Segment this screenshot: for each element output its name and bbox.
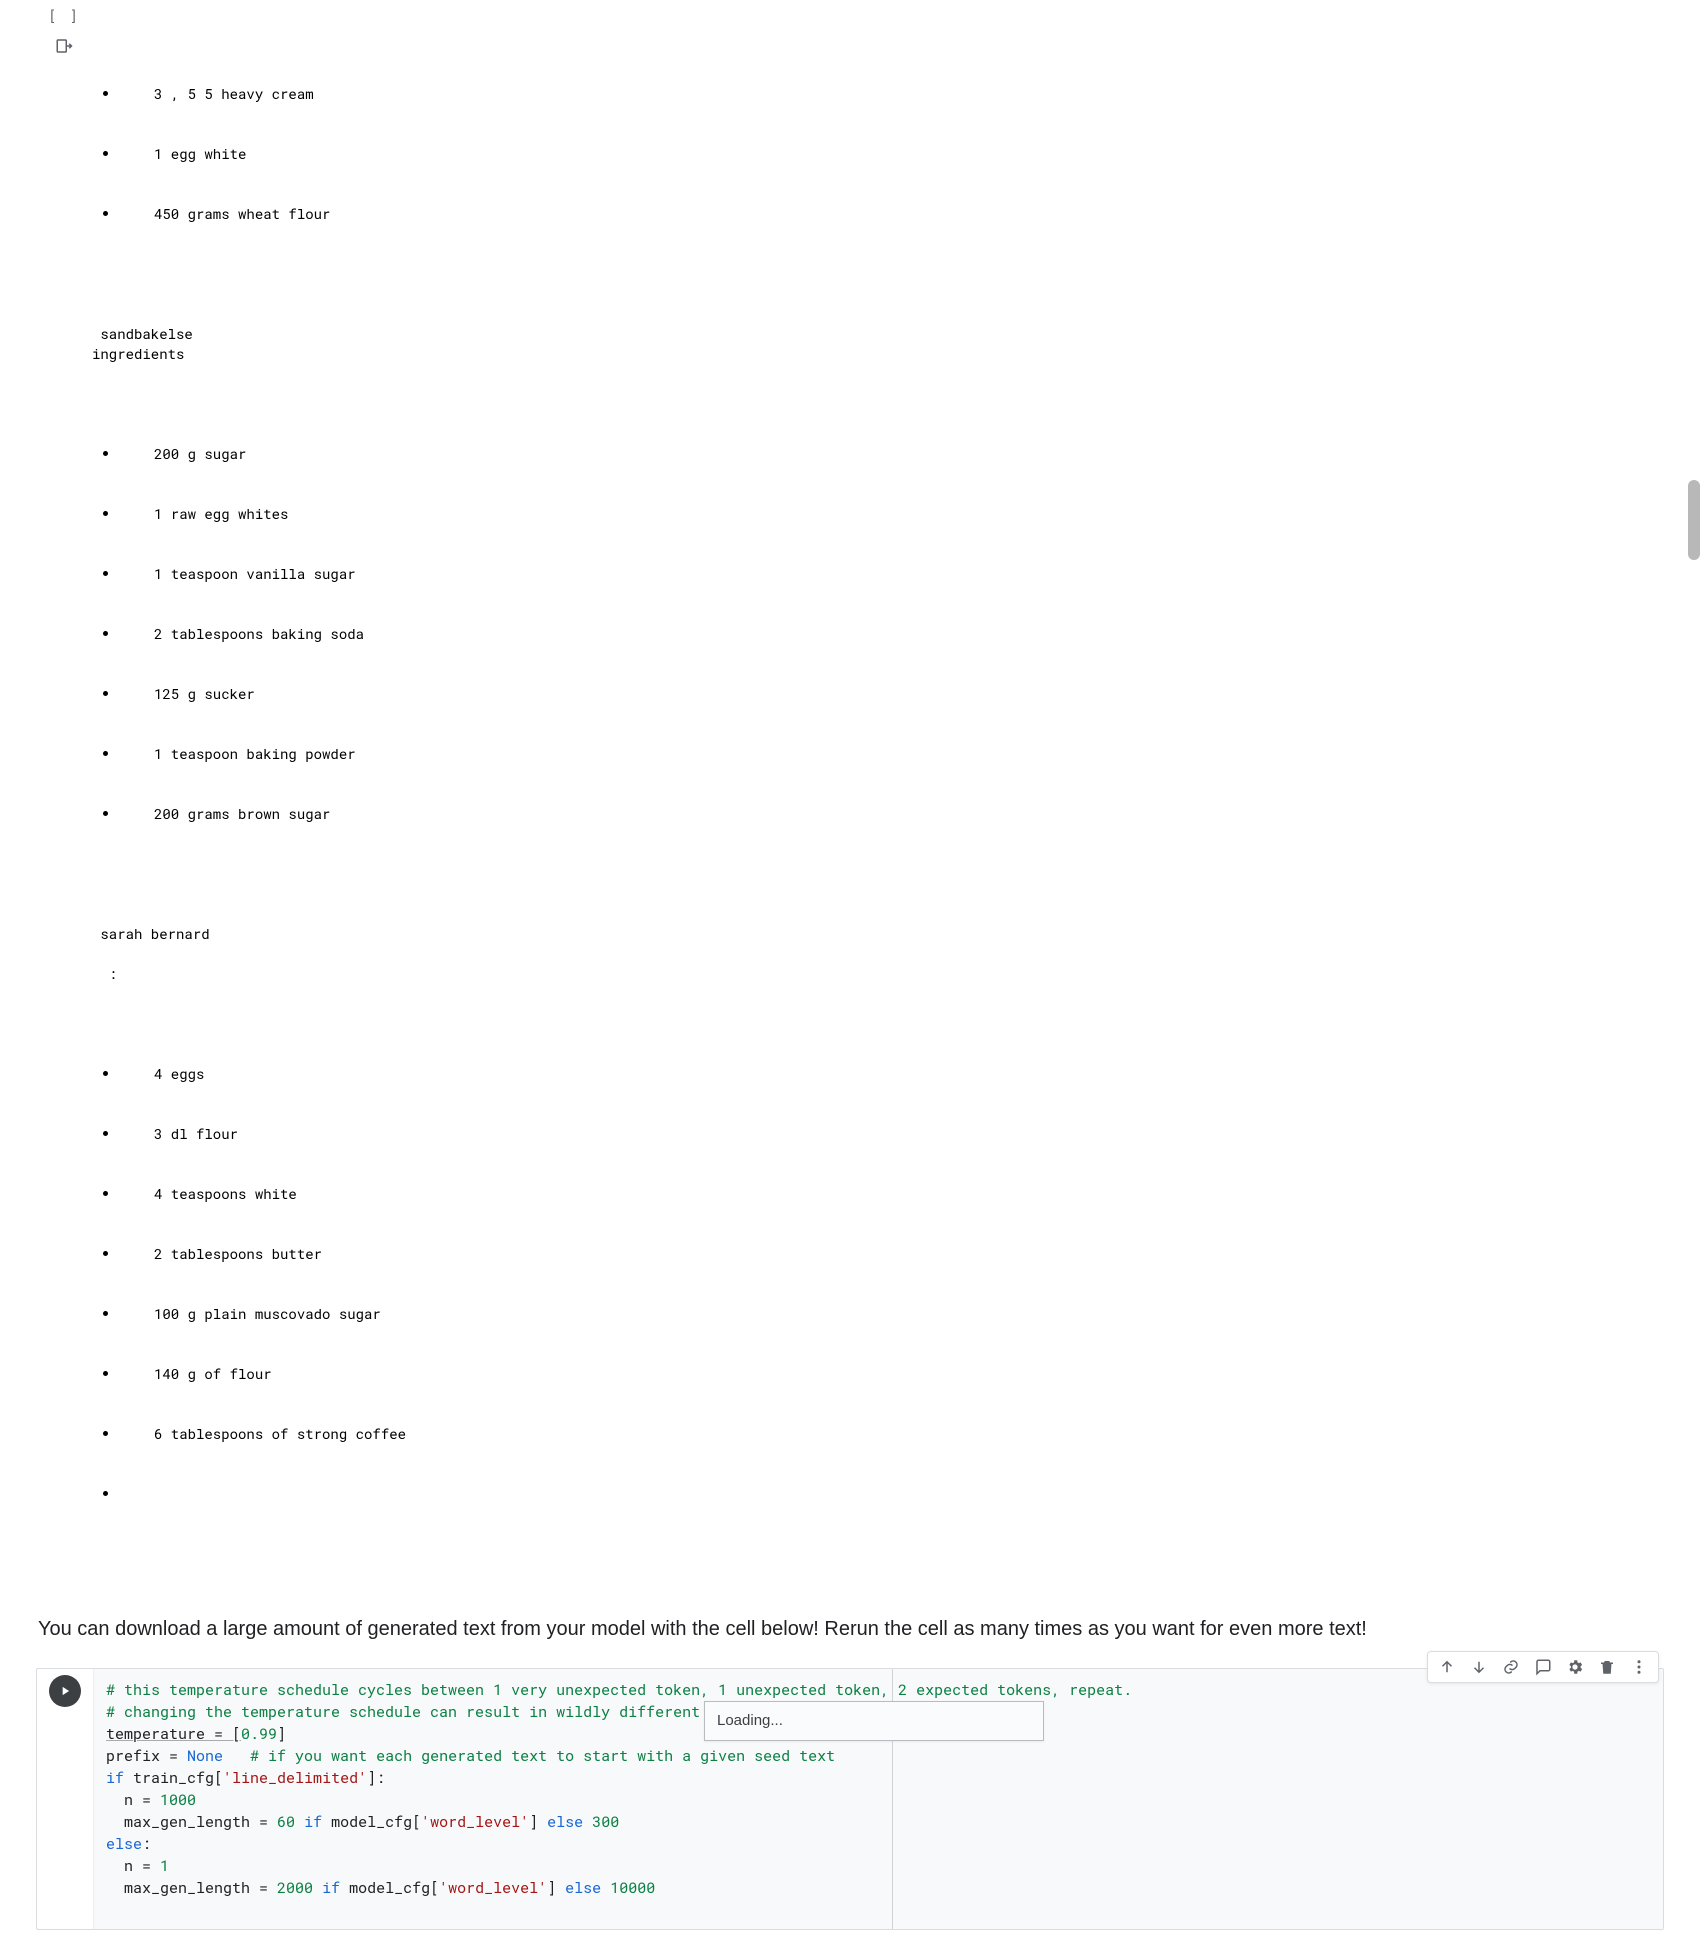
completion-tooltip: Loading... (704, 1701, 1044, 1741)
code-token: else (547, 1812, 583, 1832)
list-item: 1 raw egg whites (120, 504, 1664, 524)
code-token: model_cfg[ (322, 1812, 421, 1832)
section-subtitle: : (92, 964, 117, 983)
code-token: max_gen_length = (106, 1812, 277, 1832)
code-token: ]: (367, 1768, 385, 1788)
code-token: n = (106, 1790, 160, 1810)
code-token: temperature = [ (106, 1724, 241, 1744)
comment-icon[interactable] (1532, 1656, 1554, 1678)
list-item: 140 g of flour (120, 1364, 1664, 1384)
list-item: 450 grams wheat flour (120, 204, 1664, 224)
code-token: 'line_delimited' (223, 1768, 367, 1788)
output-list-1: 200 g sugar 1 raw egg whites 1 teaspoon … (92, 404, 1664, 864)
list-item: 3 dl flour (120, 1124, 1664, 1144)
code-token (313, 1878, 322, 1898)
code-token (223, 1746, 250, 1766)
code-token: ] (547, 1878, 565, 1898)
code-token: 'word_level' (439, 1878, 547, 1898)
code-token: 60 (277, 1812, 295, 1832)
code-cell: Loading... # this temperature schedule c… (36, 1668, 1664, 1930)
code-token: if (322, 1878, 340, 1898)
code-token: if (106, 1768, 124, 1788)
cell-toolbar (1427, 1651, 1659, 1683)
code-token: ] (277, 1724, 286, 1744)
list-item: 100 g plain muscovado sugar (120, 1304, 1664, 1324)
code-token: else (565, 1878, 601, 1898)
list-item: 200 g sugar (120, 444, 1664, 464)
code-token: # this temperature schedule cycles betwe… (106, 1680, 1132, 1700)
code-token: model_cfg[ (340, 1878, 439, 1898)
run-gutter (37, 1669, 93, 1707)
list-item: 2 tablespoons butter (120, 1244, 1664, 1264)
code-token: 'word_level' (421, 1812, 529, 1832)
code-token: max_gen_length = (106, 1878, 277, 1898)
code-token: 10000 (610, 1878, 655, 1898)
code-token (295, 1812, 304, 1832)
run-button[interactable] (49, 1675, 81, 1707)
list-item: 3 , 5 5 heavy cream (120, 84, 1664, 104)
code-token: 300 (592, 1812, 619, 1832)
code-token: if (304, 1812, 322, 1832)
output-gutter: [ ] (36, 0, 92, 55)
move-up-button[interactable] (1436, 1656, 1458, 1678)
section-subtitle: ingredients (92, 344, 184, 363)
list-item: 125 g sucker (120, 684, 1664, 704)
code-editor[interactable]: Loading... # this temperature schedule c… (93, 1669, 1663, 1929)
code-token: ] (529, 1812, 547, 1832)
text-cell: You can download a large amount of gener… (36, 1614, 1664, 1644)
code-token: # changing the temperature schedule can … (106, 1702, 772, 1722)
more-icon[interactable] (1628, 1656, 1650, 1678)
code-token: None (187, 1746, 223, 1766)
code-token: 1000 (160, 1790, 196, 1810)
gear-icon[interactable] (1564, 1656, 1586, 1678)
code-token: train_cfg[ (124, 1768, 223, 1788)
list-item (120, 1484, 1664, 1504)
delete-icon[interactable] (1596, 1656, 1618, 1678)
link-icon[interactable] (1500, 1656, 1522, 1678)
code-token (583, 1812, 592, 1832)
output-toggle-icon[interactable] (55, 37, 73, 55)
section-title: sandbakelse (92, 324, 193, 343)
code-token: 2000 (277, 1878, 313, 1898)
section-title: sarah bernard (92, 924, 210, 943)
list-item: 1 egg white (120, 144, 1664, 164)
code-token: 1 (160, 1856, 169, 1876)
code-token: prefix = (106, 1746, 187, 1766)
list-item: 6 tablespoons of strong coffee (120, 1424, 1664, 1444)
output-list-top: 3 , 5 5 heavy cream 1 egg white 450 gram… (92, 44, 1664, 264)
code-token: # if you want each generated text to sta… (250, 1746, 835, 1766)
list-item: 200 grams brown sugar (120, 804, 1664, 824)
code-token: else (106, 1834, 142, 1854)
move-down-button[interactable] (1468, 1656, 1490, 1678)
code-token: n = (106, 1856, 160, 1876)
list-item: 4 teaspoons white (120, 1184, 1664, 1204)
code-token: 0.99 (241, 1724, 277, 1744)
scrollbar-thumb[interactable] (1688, 480, 1700, 560)
output-cell: [ ] 3 , 5 5 heavy cream 1 egg white 450 … (36, 0, 1664, 1584)
list-item: 1 teaspoon vanilla sugar (120, 564, 1664, 584)
code-token (601, 1878, 610, 1898)
list-item: 4 eggs (120, 1064, 1664, 1084)
output-content: 3 , 5 5 heavy cream 1 egg white 450 gram… (92, 0, 1664, 1584)
code-token: : (142, 1834, 151, 1854)
output-list-2: 4 eggs 3 dl flour 4 teaspoons white 2 ta… (92, 1024, 1664, 1544)
exec-count-bracket: [ ] (48, 6, 79, 25)
list-item: 1 teaspoon baking powder (120, 744, 1664, 764)
list-item: 2 tablespoons baking soda (120, 624, 1664, 644)
